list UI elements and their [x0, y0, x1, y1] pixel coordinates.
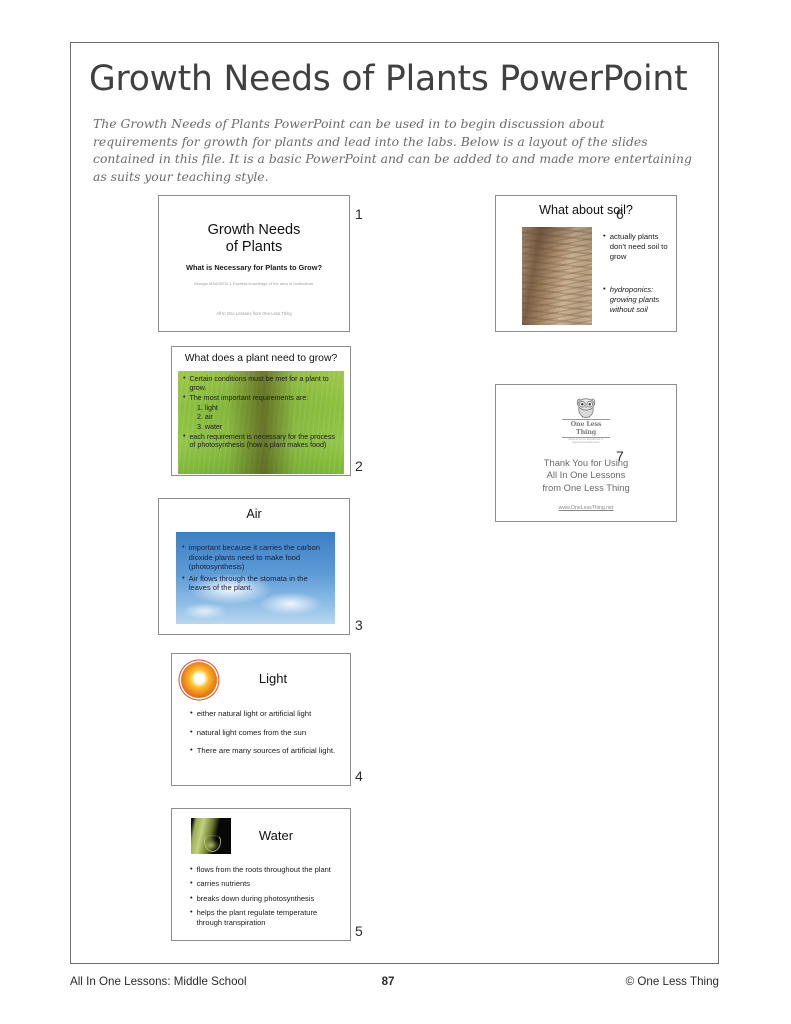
slide7-thanks-line2: All In One Lessons [546, 469, 626, 481]
slide1-title-line1: Growth Needs [207, 222, 301, 238]
page-title: Growth Needs of Plants PowerPoint [89, 59, 688, 99]
slide5-bullet: • carries nutrients [190, 879, 342, 888]
owl-icon [576, 398, 596, 418]
slide-thumbnail-2[interactable]: What does a plant need to grow? • Certai… [171, 346, 351, 476]
slide4-bullet: • There are many sources of artificial l… [190, 746, 340, 756]
bullet-icon: • [182, 542, 185, 551]
sun-icon [181, 662, 217, 698]
bullet-icon: • [190, 907, 193, 917]
slide-number-7: 7 [616, 448, 624, 464]
slide3-bullet-text: important because it carries the carbon … [188, 543, 320, 572]
bullet-icon: • [603, 231, 606, 240]
slide-thumbnail-1[interactable]: Growth Needs of Plants What is Necessary… [158, 195, 350, 332]
slide1-subtitle: What is Necessary for Plants to Grow? [186, 263, 322, 272]
slide5-bullet: • breaks down during photosynthesis [190, 892, 342, 903]
slide-thumbnail-5[interactable]: Water • flows from the roots throughout … [171, 808, 351, 941]
slide6-bullet: • hydroponics: growing plants without so… [603, 285, 671, 314]
intro-paragraph: The Growth Needs of Plants PowerPoint ca… [93, 116, 692, 184]
slide3-bullet: • Air flows through the stomata in the l… [182, 572, 328, 593]
slide5-body: • flows from the roots throughout the pl… [190, 865, 342, 932]
slide2-numbered-item: 1. light [197, 403, 218, 412]
bullet-icon: • [183, 392, 186, 401]
logo-wordmark: One Less Thing [562, 419, 610, 438]
slide-thumbnail-6[interactable]: What about soil? • actually plants don't… [495, 195, 677, 332]
slide4-bullet-text: either natural light or artificial light [196, 709, 312, 718]
slide-number-6: 6 [616, 206, 624, 222]
bullet-icon: • [190, 726, 193, 736]
slide-number-4: 4 [355, 768, 363, 784]
slide4-title: Light [258, 671, 288, 686]
slide6-body: • actually plants don't need soil to gro… [603, 232, 671, 317]
slide1-title: Growth Needs of Plants [159, 222, 349, 256]
bullet-icon: • [182, 572, 185, 582]
bullet-icon: • [190, 864, 193, 873]
slide3-sky-background: • important because it carries the carbo… [176, 532, 335, 624]
slide-number-5: 5 [355, 923, 363, 939]
slide3-bullet-text: Air flows through the stomata in the lea… [188, 573, 308, 593]
slide7-thanks: Thank You for Using All In One Lessons f… [496, 457, 676, 494]
logo-tagline: Resources for Excellence in Agricultural… [568, 438, 604, 444]
slide5-bullet-text: breaks down during photosynthesis [196, 893, 315, 903]
bullet-icon: • [183, 374, 186, 382]
bullet-icon: • [183, 431, 186, 440]
footer-copyright: © One Less Thing [625, 975, 719, 988]
slide6-title: What about soil? [539, 203, 633, 217]
slide-thumbnail-4[interactable]: Light • either natural light or artifici… [171, 653, 351, 786]
slide2-bullet: • each requirement is necessary for the … [183, 431, 339, 450]
slide4-bullet: • natural light comes from the sun [190, 726, 340, 738]
water-droplet-photo [191, 818, 231, 854]
slide3-bullet: • important because it carries the carbo… [182, 543, 328, 572]
slide5-bullet-text: flows from the roots throughout the plan… [196, 865, 331, 874]
slide6-bullet: • actually plants don't need soil to gro… [603, 232, 671, 261]
slide2-bullet-text: Certain conditions must be met for a pla… [189, 375, 329, 392]
slide1-standard: Georgia MSAGED4-1 Express knowledge of t… [193, 281, 315, 286]
slide1-title-line2: of Plants [225, 239, 283, 255]
slide2-bullet-text: each requirement is necessary for the pr… [189, 432, 335, 450]
slide2-leaf-background: • Certain conditions must be met for a p… [178, 371, 344, 474]
page-frame: Growth Needs of Plants PowerPoint The Gr… [70, 42, 719, 964]
slide1-footer: All In One Lessons from One Less Thing [216, 311, 292, 316]
slide2-title: What does a plant need to grow? [184, 353, 338, 364]
bullet-icon: • [190, 892, 193, 902]
slide2-bullet-text: The most important requirements are: [189, 393, 309, 402]
slide4-bullet: • either natural light or artificial lig… [190, 709, 340, 719]
slide-number-1: 1 [355, 206, 363, 222]
bullet-icon: • [190, 878, 193, 888]
slide5-bullet-text: helps the plant regulate temperature thr… [196, 908, 318, 927]
slide7-thanks-line3: from One Less Thing [542, 481, 630, 493]
slide3-title: Air [246, 507, 262, 521]
slide2-bullet: • Certain conditions must be met for a p… [183, 374, 339, 392]
slide-number-3: 3 [355, 617, 363, 633]
soil-photo [522, 227, 592, 325]
slide2-bullet: • The most important requirements are: [183, 392, 339, 403]
slide4-body: • either natural light or artificial lig… [190, 709, 340, 765]
footer-left-text: All In One Lessons: Middle School [70, 975, 247, 988]
slide6-bullet-text: hydroponics: growing plants without soil [609, 285, 660, 314]
page-footer: All In One Lessons: Middle School 87 © O… [70, 975, 719, 988]
slide5-bullet-text: carries nutrients [196, 879, 250, 889]
slide7-website-url[interactable]: www.OneLessThing.net [496, 505, 676, 511]
slide7-thanks-line1: Thank You for Using [543, 457, 629, 468]
slide4-bullet-text: natural light comes from the sun [196, 727, 307, 737]
slide-number-2: 2 [355, 458, 363, 474]
slide4-bullet-text: There are many sources of artificial lig… [196, 746, 336, 756]
footer-page-number: 87 [381, 975, 395, 988]
one-less-thing-logo: One Less Thing Resources for Excellence … [562, 397, 610, 444]
slide6-bullet-text: actually plants don't need soil to grow [609, 232, 668, 261]
slide2-numbered-item: 3. water [197, 422, 223, 431]
slide2-numbered-item: 2. air [197, 413, 213, 422]
bullet-icon: • [190, 745, 193, 755]
slide5-bullet: • helps the plant regulate temperature t… [190, 908, 342, 927]
slide-thumbnail-3[interactable]: Air • important because it carries the c… [158, 498, 350, 635]
slide5-bullet: • flows from the roots throughout the pl… [190, 865, 342, 874]
slide-thumbnail-7[interactable]: One Less Thing Resources for Excellence … [495, 384, 677, 522]
bullet-icon: • [603, 284, 606, 294]
bullet-icon: • [190, 708, 193, 717]
